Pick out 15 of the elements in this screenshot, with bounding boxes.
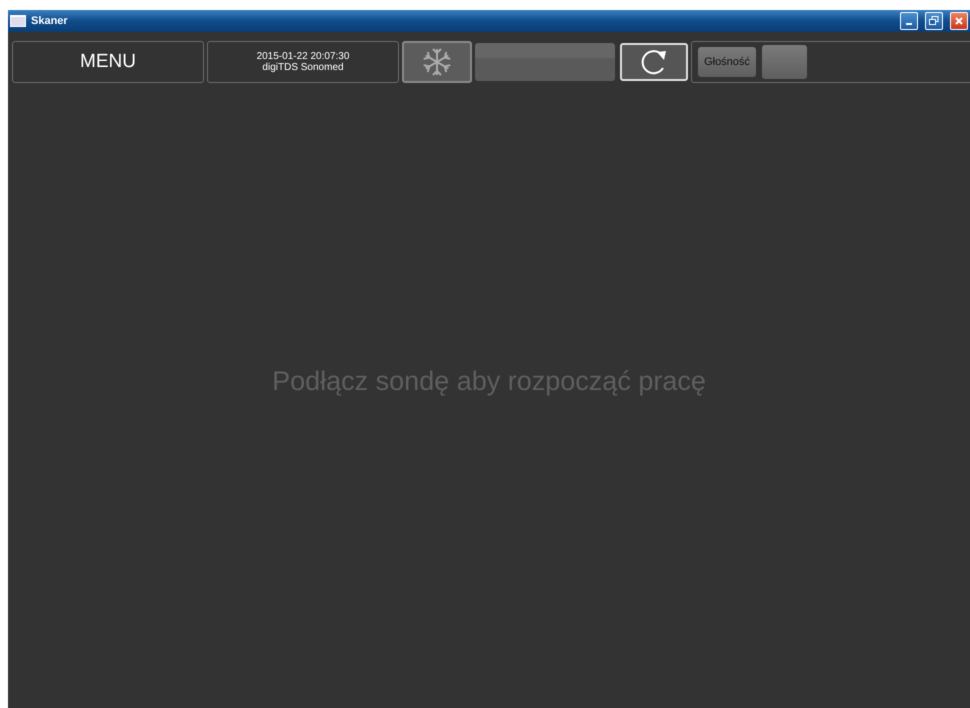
window-icon: [10, 15, 26, 27]
minimize-button[interactable]: [900, 12, 918, 30]
datetime-text: 2015-01-22 20:07:30: [256, 51, 350, 62]
close-button[interactable]: [950, 12, 968, 30]
close-icon: [955, 17, 963, 25]
device-text: digiTDS Sonomed: [262, 62, 344, 73]
freeze-button[interactable]: [402, 41, 472, 83]
window-title: Skaner: [31, 15, 69, 27]
menu-button[interactable]: MENU: [12, 41, 204, 83]
refresh-button[interactable]: [620, 43, 688, 81]
restore-icon: [929, 16, 939, 26]
snowflake-icon: [422, 47, 452, 77]
restore-button[interactable]: [925, 12, 943, 30]
refresh-icon: [639, 48, 669, 76]
volume-button[interactable]: Głośność: [698, 47, 756, 77]
